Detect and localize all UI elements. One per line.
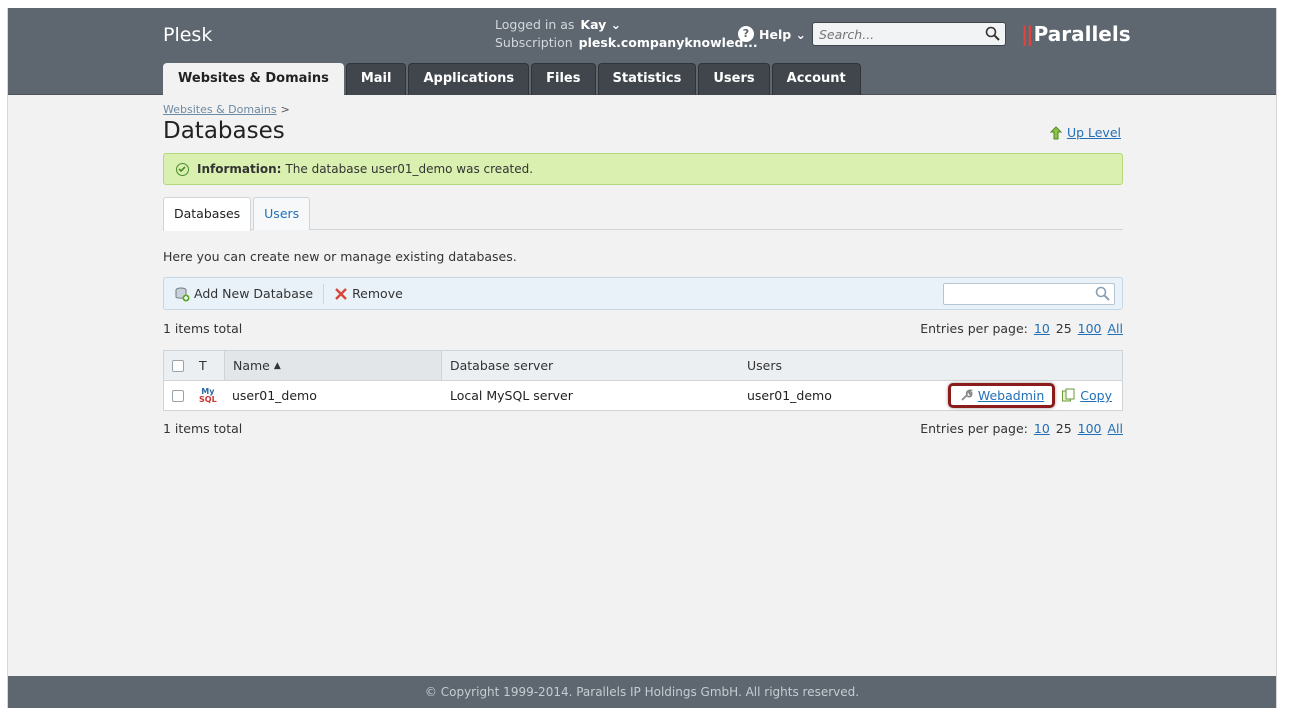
copy-icon (1062, 388, 1075, 402)
wrench-icon (961, 389, 973, 401)
column-database-server[interactable]: Database server (442, 351, 739, 380)
entries-per-page: Entries per page: 10 25 100 All (920, 321, 1123, 336)
table-row: My SQL user01_demo Local MySQL server use… (164, 381, 1122, 410)
entries-per-page: Entries per page: 10 25 100 All (920, 421, 1123, 436)
database-server: Local MySQL server (450, 388, 573, 403)
tab-statistics[interactable]: Statistics (597, 63, 697, 95)
up-level-link[interactable]: Up Level (1067, 125, 1121, 140)
user-menu[interactable]: Kay ⌄ (580, 16, 621, 34)
top-bar: Plesk Logged in as Kay ⌄ Subscription pl… (8, 8, 1276, 95)
info-message: Information: The database user01_demo wa… (163, 153, 1123, 185)
list-search-input[interactable] (943, 283, 1115, 305)
login-info: Logged in as Kay ⌄ Subscription plesk.co… (495, 16, 758, 52)
search-icon[interactable] (985, 26, 1000, 45)
parallels-bars-icon: || (1021, 22, 1034, 46)
up-level[interactable]: Up Level (1049, 125, 1121, 140)
info-text: The database user01_demo was created. (285, 162, 534, 176)
subscription-value[interactable]: plesk.companyknowled... (579, 34, 758, 52)
tab-users[interactable]: Users (698, 63, 770, 95)
database-subtabs: Databases Users (163, 197, 1123, 231)
global-search[interactable] (812, 22, 1006, 46)
tab-websites-domains[interactable]: Websites & Domains (163, 63, 344, 95)
add-database-icon (175, 287, 190, 301)
database-users: user01_demo (747, 388, 832, 403)
main-nav: Websites & Domains Mail Applications Fil… (163, 63, 863, 95)
breadcrumb-websites-domains[interactable]: Websites & Domains (163, 103, 277, 116)
help-icon: ? (738, 26, 754, 42)
parallels-logo: || Parallels (1021, 22, 1131, 46)
remove-icon (335, 287, 347, 300)
tab-mail[interactable]: Mail (345, 63, 407, 95)
row-checkbox[interactable] (164, 381, 192, 410)
pager-top: 1 items total Entries per page: 10 25 10… (163, 321, 1123, 339)
table-header: T Name ▲ Database server Users (164, 351, 1122, 381)
logged-in-label: Logged in as (495, 17, 575, 32)
column-type[interactable]: T (192, 351, 224, 380)
page-title: Databases (163, 118, 285, 144)
search-icon[interactable] (1095, 286, 1110, 305)
remove-button[interactable]: Remove (324, 277, 413, 310)
copy-button[interactable]: Copy (1061, 388, 1112, 403)
brand-plesk: Plesk (163, 24, 213, 46)
per-page-all[interactable]: All (1108, 321, 1124, 336)
webadmin-link[interactable]: Webadmin (978, 388, 1044, 403)
per-page-10[interactable]: 10 (1034, 321, 1050, 336)
row-actions: Webadmin Copy (939, 381, 1122, 410)
items-total: 1 items total (163, 321, 243, 336)
subtab-users[interactable]: Users (253, 197, 311, 230)
subtab-databases[interactable]: Databases (163, 197, 252, 231)
per-page-all[interactable]: All (1108, 421, 1124, 436)
search-input[interactable] (813, 23, 973, 45)
tab-applications[interactable]: Applications (408, 63, 530, 95)
info-label: Information: (197, 162, 282, 176)
per-page-100[interactable]: 100 (1078, 321, 1102, 336)
pager-bottom: 1 items total Entries per page: 10 25 10… (163, 421, 1123, 439)
footer: © Copyright 1999-2014. Parallels IP Hold… (8, 676, 1276, 708)
up-arrow-icon (1049, 125, 1063, 139)
add-database-button[interactable]: Add New Database (164, 277, 323, 310)
sort-asc-icon: ▲ (273, 360, 281, 371)
page-hint: Here you can create new or manage existi… (163, 249, 517, 264)
per-page-10[interactable]: 10 (1034, 421, 1050, 436)
per-page-100[interactable]: 100 (1078, 421, 1102, 436)
help-menu[interactable]: ? Help ⌄ (738, 26, 806, 42)
mysql-icon: My SQL (199, 386, 217, 404)
select-all-checkbox[interactable] (164, 351, 192, 380)
tab-account[interactable]: Account (771, 63, 861, 95)
plesk-window: Plesk Logged in as Kay ⌄ Subscription pl… (7, 8, 1277, 708)
items-total: 1 items total (163, 421, 243, 436)
subscription-label: Subscription (495, 35, 573, 50)
copy-link[interactable]: Copy (1080, 388, 1112, 403)
webadmin-button[interactable]: Webadmin (947, 383, 1056, 408)
breadcrumb: Websites & Domains > (163, 103, 290, 116)
column-users[interactable]: Users (739, 351, 939, 380)
check-circle-icon (176, 162, 189, 176)
column-name[interactable]: Name ▲ (224, 351, 442, 380)
tab-files[interactable]: Files (531, 63, 596, 95)
per-page-25: 25 (1055, 321, 1072, 336)
per-page-25: 25 (1055, 421, 1072, 436)
databases-table: T Name ▲ Database server Users My SQL use… (163, 350, 1123, 411)
toolbar: Add New Database Remove (163, 277, 1123, 310)
database-name: user01_demo (232, 388, 317, 403)
column-actions (939, 351, 1122, 380)
